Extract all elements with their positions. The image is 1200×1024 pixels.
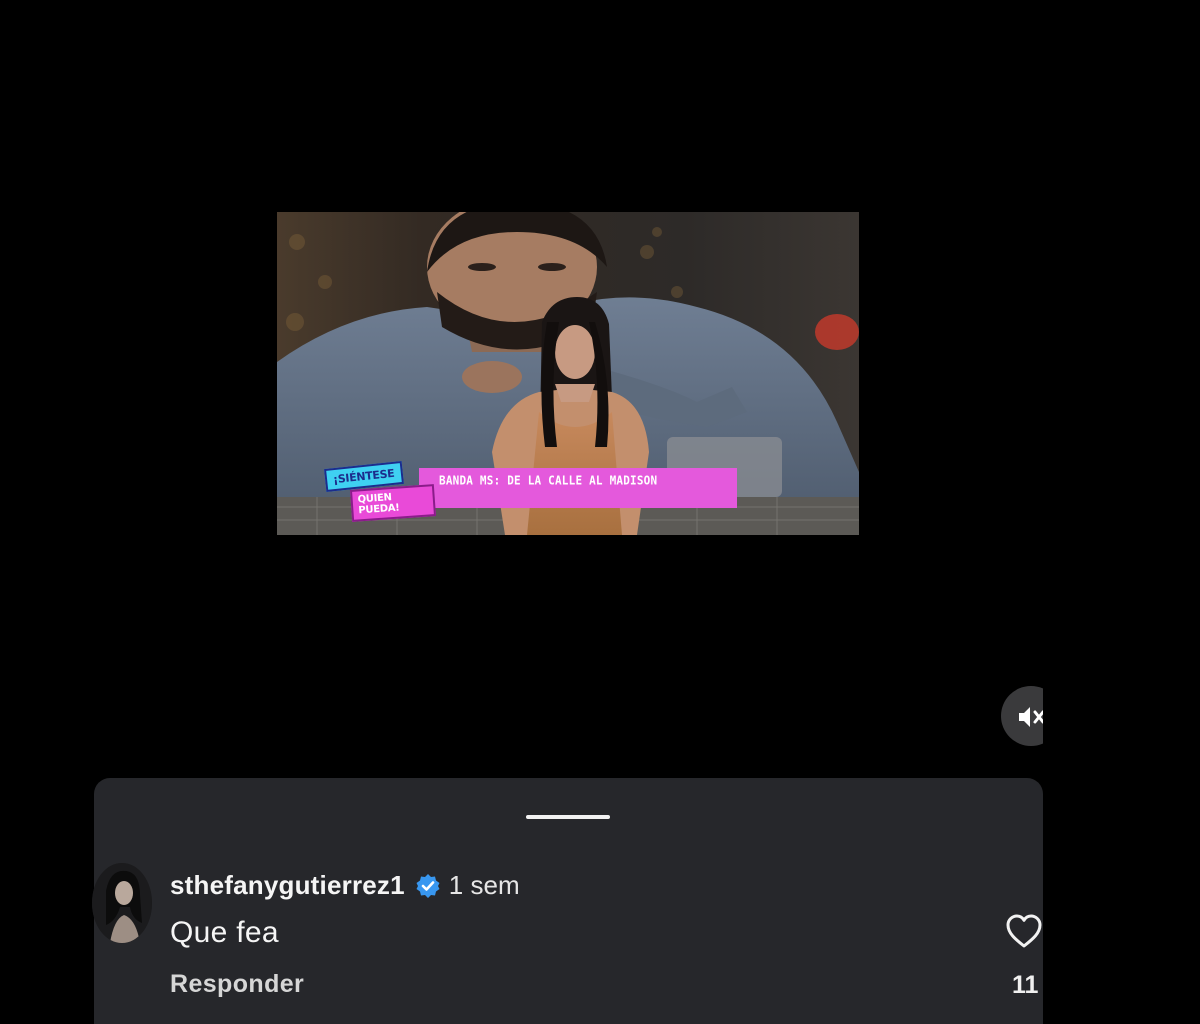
show-logo: ¡SIÉNTESE QUIEN PUEDA! xyxy=(324,461,437,522)
sheet-drag-handle[interactable] xyxy=(526,815,610,819)
show-logo-line2: QUIEN PUEDA! xyxy=(349,484,437,522)
avatar[interactable] xyxy=(92,863,152,943)
heart-outline-icon[interactable] xyxy=(1005,913,1043,949)
avatar-image xyxy=(92,863,152,943)
comment-text: Que fea xyxy=(170,916,279,949)
headline-text: BANDA MS: DE LA CALLE AL MADISON xyxy=(439,473,658,488)
headline-bar: BANDA MS: DE LA CALLE AL MADISON xyxy=(419,468,737,508)
like-count: 11 xyxy=(1012,971,1039,999)
verified-badge-icon xyxy=(416,873,440,898)
comment-username[interactable]: sthefanygutierrez1 xyxy=(170,870,405,901)
comment-header: sthefanygutierrez1 1 sem xyxy=(170,870,520,901)
reel-screen: BANDA MS: DE LA CALLE AL MADISON ¡SIÉNTE… xyxy=(0,0,1200,1024)
comment-timestamp: 1 sem xyxy=(448,870,520,900)
video-player[interactable]: BANDA MS: DE LA CALLE AL MADISON ¡SIÉNTE… xyxy=(277,212,859,535)
reply-button[interactable]: Responder xyxy=(170,970,304,999)
lower-third-overlay: BANDA MS: DE LA CALLE AL MADISON ¡SIÉNTE… xyxy=(277,212,859,535)
comments-sheet[interactable]: sthefanygutierrez1 1 sem Que fea Respond… xyxy=(92,778,1043,1024)
screen-edge-mask xyxy=(1043,680,1200,760)
